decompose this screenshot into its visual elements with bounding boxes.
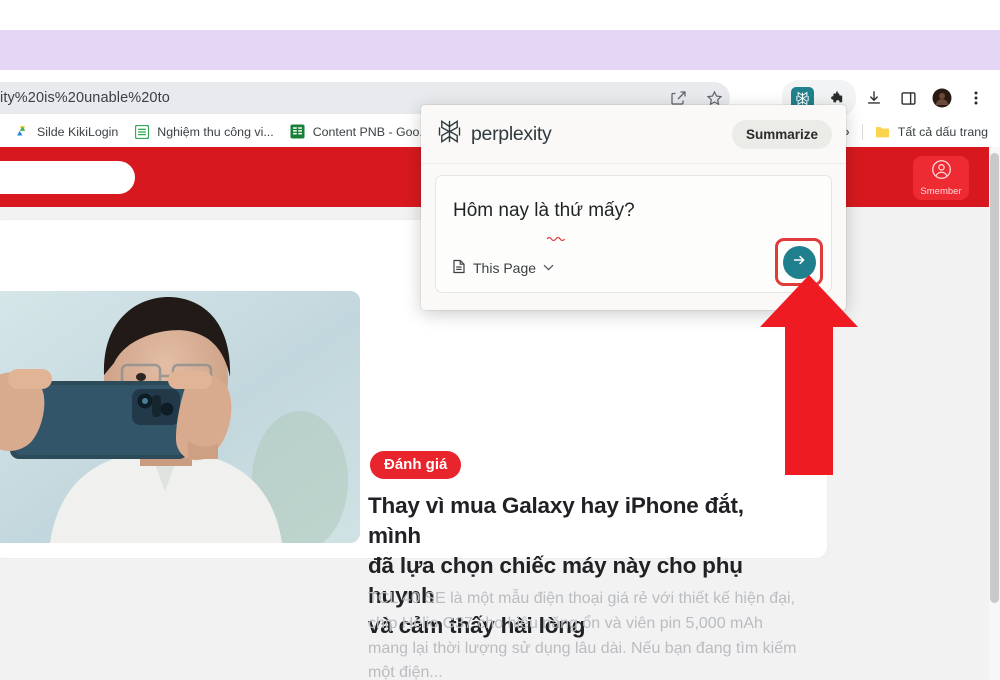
submit-button[interactable] bbox=[782, 245, 816, 279]
arrow-right-icon bbox=[791, 252, 807, 273]
article-description: TCL 40 SE là một mẫu điện thoại giá rẻ v… bbox=[368, 590, 797, 680]
article-badge: Đánh giá bbox=[370, 451, 462, 479]
google-sheets-icon bbox=[290, 124, 306, 140]
source-label: This Page bbox=[473, 260, 537, 276]
scrollbar-thumb[interactable] bbox=[990, 153, 999, 603]
google-sheets-icon bbox=[134, 124, 150, 140]
spellcheck-squiggle bbox=[546, 228, 569, 246]
bookmark-item[interactable]: Nghiệm thu công vi... bbox=[126, 121, 281, 143]
browser-title-bar bbox=[0, 30, 1000, 85]
document-icon bbox=[452, 259, 466, 277]
red-pointer-arrow bbox=[760, 275, 858, 475]
bookmark-label: Silde KikiLogin bbox=[37, 124, 119, 139]
bookmarks-bar-right: » Tất cả dấu trang bbox=[835, 116, 996, 147]
user-circle-icon bbox=[931, 159, 952, 185]
summarize-button[interactable]: Summarize bbox=[731, 119, 832, 149]
perplexity-logo: perplexity bbox=[437, 119, 552, 149]
page-scrollbar[interactable] bbox=[989, 147, 1000, 680]
article-title-line-1: Thay vì mua Galaxy hay iPhone đắt, mình bbox=[368, 493, 744, 548]
perplexity-wordmark: perplexity bbox=[471, 122, 552, 145]
bookmark-item[interactable]: Content PNB - Goo... bbox=[282, 121, 438, 143]
man-holding-phone-photo bbox=[0, 291, 360, 543]
all-bookmarks-button[interactable]: Tất cả dấu trang bbox=[867, 121, 996, 143]
all-bookmarks-label: Tất cả dấu trang bbox=[897, 124, 988, 139]
browser-screenshot: ity%20is%20unable%20to Silde KikiLogin N… bbox=[0, 0, 1000, 680]
smember-label: Smember bbox=[920, 186, 962, 197]
smember-account-button[interactable]: Smember bbox=[913, 156, 969, 200]
side-panel-icon[interactable] bbox=[892, 82, 924, 114]
query-text[interactable]: Hôm nay là thứ mấy? bbox=[453, 200, 635, 222]
profile-avatar[interactable] bbox=[926, 82, 958, 114]
downloads-icon[interactable] bbox=[858, 82, 890, 114]
source-selector[interactable]: This Page bbox=[452, 259, 554, 277]
bookmark-item[interactable]: Silde KikiLogin bbox=[6, 121, 126, 143]
perplexity-mark-icon bbox=[437, 119, 462, 149]
url-text: ity%20is%20unable%20to bbox=[0, 90, 170, 106]
folder-icon bbox=[875, 124, 891, 140]
site-search-input[interactable] bbox=[0, 161, 135, 194]
google-drive-icon bbox=[14, 124, 30, 140]
chrome-menu-icon[interactable] bbox=[960, 82, 992, 114]
bookmark-label: Nghiệm thu công vi... bbox=[157, 124, 274, 139]
divider bbox=[861, 123, 863, 140]
popup-header: perplexity Summarize bbox=[421, 105, 846, 164]
chevron-down-icon[interactable] bbox=[543, 262, 554, 274]
bookmark-label: Content PNB - Goo... bbox=[312, 124, 430, 139]
